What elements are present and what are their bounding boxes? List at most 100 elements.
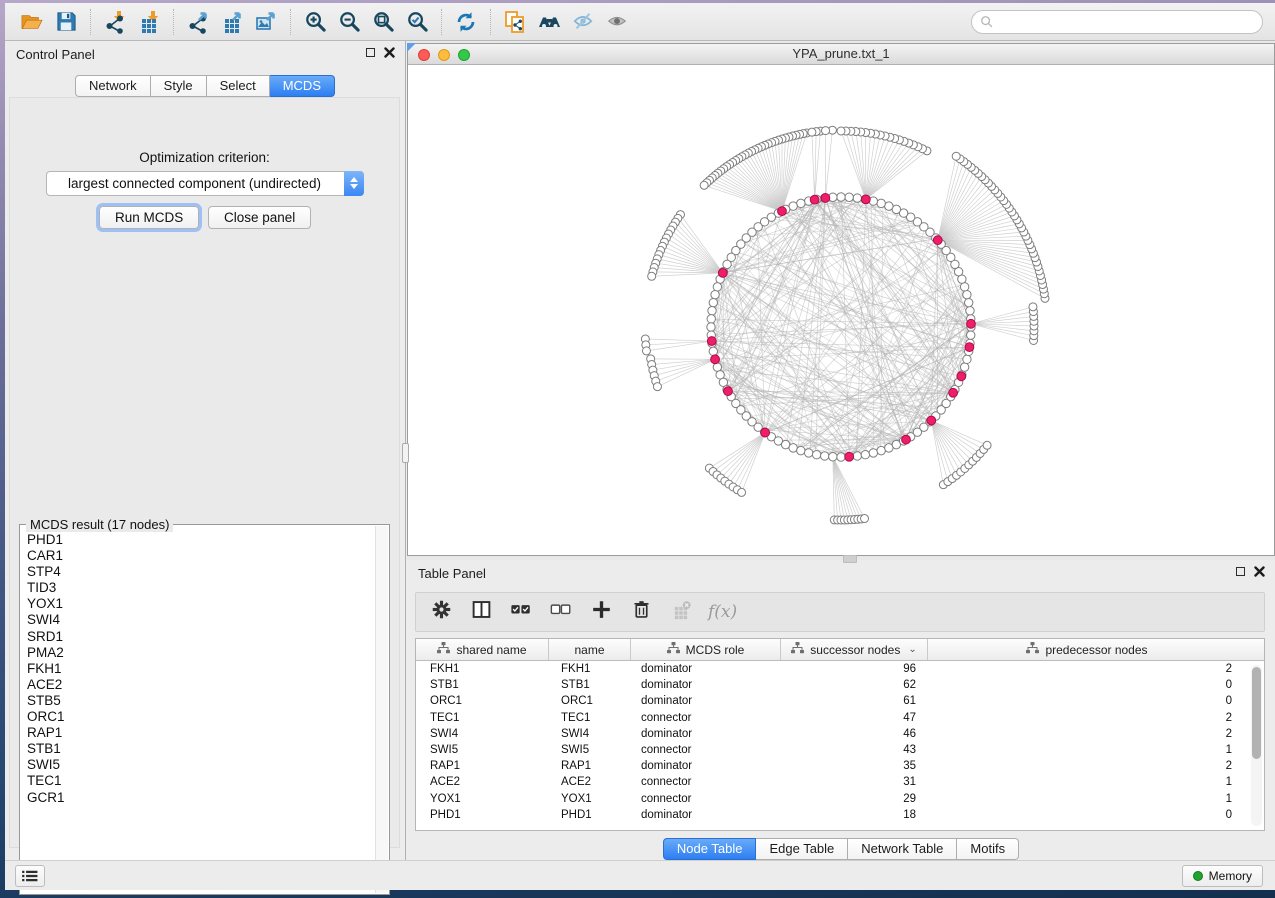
tab-style[interactable]: Style [151, 75, 207, 97]
table-row[interactable]: STB1STB1dominator620 [416, 677, 1264, 693]
table-row[interactable]: SWI4SWI4dominator462 [416, 726, 1264, 742]
hide-selected-button[interactable] [566, 7, 600, 37]
graph-node[interactable] [837, 193, 845, 201]
graph-node[interactable] [713, 283, 721, 291]
graph-satellite-node[interactable] [700, 181, 708, 189]
graph-node[interactable] [789, 444, 797, 452]
graph-node[interactable] [709, 347, 717, 355]
column-header-predecessor-nodes[interactable]: predecessor nodes [928, 639, 1246, 660]
table-row[interactable]: FKH1FKH1dominator962 [416, 661, 1264, 677]
graph-satellite-node[interactable] [1029, 303, 1037, 311]
graph-satellite-node[interactable] [837, 127, 845, 135]
export-image-button[interactable] [249, 7, 283, 37]
result-scrollbar[interactable] [375, 526, 388, 893]
graph-node[interactable] [885, 202, 893, 210]
graph-dominator-node[interactable] [821, 194, 830, 203]
result-list-item[interactable]: TEC1 [27, 773, 389, 789]
graph-node[interactable] [963, 290, 971, 298]
graph-node[interactable] [708, 307, 716, 315]
table-row[interactable]: TEC1TEC1connector472 [416, 710, 1264, 726]
minimize-window-icon[interactable] [438, 49, 450, 61]
graph-dominator-node[interactable] [861, 195, 870, 204]
export-table-button[interactable] [215, 7, 249, 37]
tab-select[interactable]: Select [207, 75, 270, 97]
graph-dominator-node[interactable] [957, 372, 966, 381]
graph-dominator-node[interactable] [778, 207, 787, 216]
show-panels-button[interactable] [15, 865, 45, 887]
graph-node[interactable] [707, 323, 715, 331]
graph-dominator-node[interactable] [927, 416, 936, 425]
graph-node[interactable] [877, 446, 885, 454]
node-table[interactable]: shared namenameMCDS rolesuccessor nodes⌄… [415, 638, 1265, 831]
graph-node[interactable] [804, 449, 812, 457]
graph-node[interactable] [960, 283, 968, 291]
network-window-titlebar[interactable]: YPA_prune.txt_1 [408, 44, 1274, 65]
result-list-item[interactable]: ORC1 [27, 709, 389, 725]
result-list-item[interactable]: ACE2 [27, 677, 389, 693]
memory-button[interactable]: Memory [1182, 865, 1263, 887]
graph-node[interactable] [960, 363, 968, 371]
graph-satellite-node[interactable] [983, 441, 991, 449]
table-scrollbar-thumb[interactable] [1252, 667, 1261, 759]
column-header-shared-name[interactable]: shared name [416, 639, 549, 660]
result-list-item[interactable]: SWI4 [27, 612, 389, 628]
float-panel-icon[interactable] [366, 48, 375, 57]
graph-dominator-node[interactable] [810, 195, 819, 204]
result-list-item[interactable]: TID3 [27, 580, 389, 596]
result-list-item[interactable]: YOX1 [27, 596, 389, 612]
result-list-item[interactable]: STP4 [27, 564, 389, 580]
graph-dominator-node[interactable] [933, 236, 942, 245]
result-list-item[interactable]: SRD1 [27, 629, 389, 645]
graph-satellite-node[interactable] [861, 515, 869, 523]
table-row[interactable]: PHD1PHD1dominator180 [416, 807, 1264, 823]
result-list-item[interactable]: FKH1 [27, 661, 389, 677]
close-window-icon[interactable] [418, 49, 430, 61]
export-network-button[interactable] [181, 7, 215, 37]
graph-dominator-node[interactable] [967, 319, 976, 328]
tab-network[interactable]: Network [75, 75, 151, 97]
search-input[interactable] [994, 12, 1262, 32]
graph-node[interactable] [861, 450, 869, 458]
network-graph-canvas[interactable] [408, 65, 1274, 555]
tab-motifs[interactable]: Motifs [957, 838, 1019, 860]
graph-dominator-node[interactable] [845, 452, 854, 461]
search-box[interactable] [971, 10, 1263, 34]
result-list-item[interactable]: CAR1 [27, 548, 389, 564]
network-view-window[interactable]: YPA_prune.txt_1 [407, 43, 1275, 556]
horizontal-splitter-handle[interactable] [843, 555, 857, 563]
table-row[interactable]: RAP1RAP1dominator352 [416, 758, 1264, 774]
run-mcds-button[interactable]: Run MCDS [99, 206, 199, 229]
graph-dominator-node[interactable] [965, 343, 974, 352]
graph-node[interactable] [812, 450, 820, 458]
graph-satellite-node[interactable] [822, 127, 830, 135]
result-list-item[interactable]: STB5 [27, 693, 389, 709]
graph-satellite-node[interactable] [952, 152, 960, 160]
show-columns-button[interactable] [468, 599, 494, 625]
graph-node[interactable] [966, 307, 974, 315]
mcds-result-list[interactable]: PHD1CAR1STP4TID3YOX1SWI4SRD1PMA2FKH1ACE2… [20, 525, 389, 806]
import-network-button[interactable] [98, 7, 132, 37]
graph-node[interactable] [837, 453, 845, 461]
save-session-button[interactable] [49, 7, 83, 37]
close-panel-icon[interactable] [384, 47, 395, 58]
graph-node[interactable] [963, 355, 971, 363]
graph-dominator-node[interactable] [711, 355, 720, 364]
column-header-MCDS-role[interactable]: MCDS role [631, 639, 781, 660]
graph-dominator-node[interactable] [724, 387, 733, 396]
table-row[interactable]: ACE2ACE2connector311 [416, 774, 1264, 790]
graph-dominator-node[interactable] [902, 435, 911, 444]
result-list-item[interactable]: STB1 [27, 741, 389, 757]
refresh-network-button[interactable] [449, 7, 483, 37]
table-scrollbar[interactable] [1251, 665, 1262, 826]
column-header-name[interactable]: name [549, 639, 631, 660]
add-column-button[interactable] [588, 599, 614, 625]
zoom-out-button[interactable] [332, 7, 366, 37]
graph-node[interactable] [711, 290, 719, 298]
graph-satellite-node[interactable] [738, 488, 746, 496]
result-list-item[interactable]: PMA2 [27, 645, 389, 661]
copy-current-style-button[interactable] [498, 7, 532, 37]
graph-dominator-node[interactable] [707, 337, 716, 346]
delete-column-button[interactable] [628, 599, 654, 625]
show-all-button[interactable] [600, 7, 634, 37]
graph-node[interactable] [964, 298, 972, 306]
